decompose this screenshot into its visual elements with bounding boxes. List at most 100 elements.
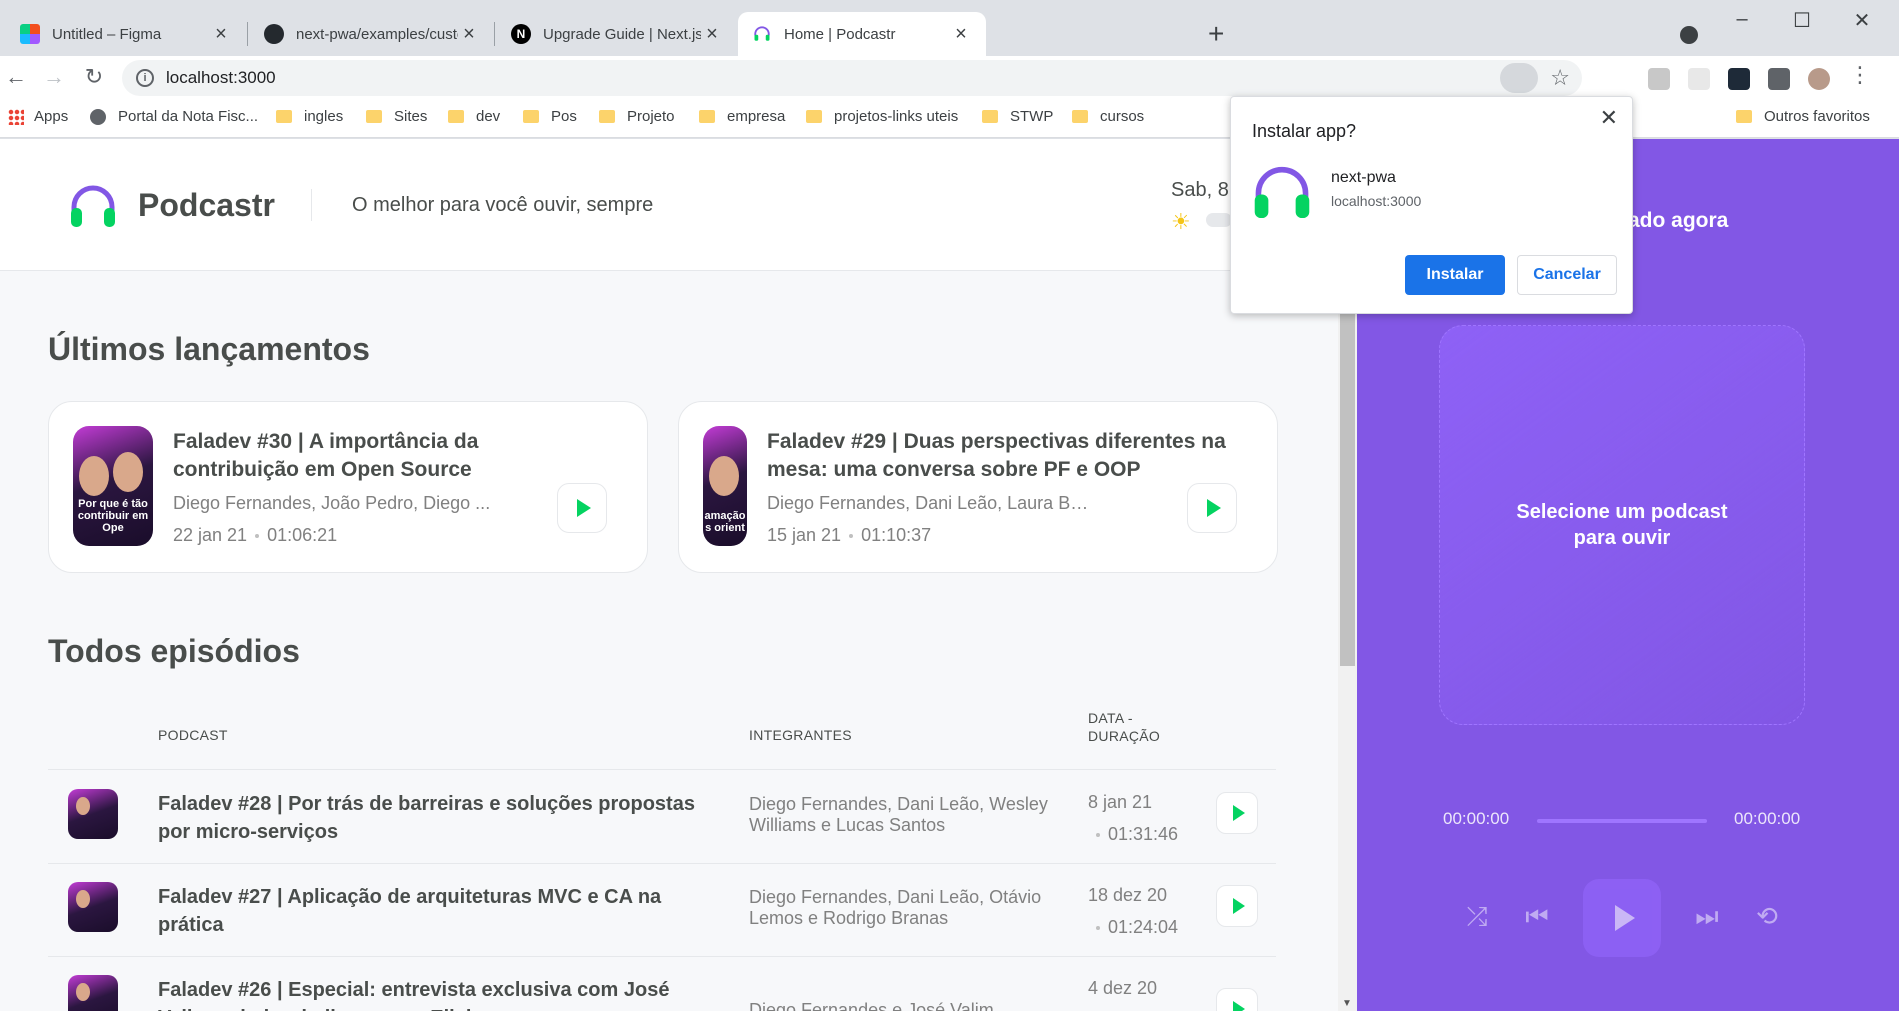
episode-title[interactable]: Faladev #27 | Aplicação de arquiteturas … <box>158 883 698 939</box>
bookmark-folder[interactable]: Projeto <box>599 108 675 125</box>
bookmark-folder[interactable]: Pos <box>523 108 577 125</box>
address-bar[interactable]: i localhost:3000 ☆ <box>122 60 1582 96</box>
new-tab-icon[interactable]: + <box>1208 18 1224 50</box>
tab-search-icon[interactable] <box>1680 26 1698 44</box>
bookmark-folder[interactable]: cursos <box>1072 108 1144 125</box>
play-button[interactable] <box>1583 879 1661 957</box>
play-button[interactable] <box>1216 885 1258 927</box>
app-name: Podcastr <box>138 187 275 223</box>
folder-icon <box>448 110 464 123</box>
menu-icon[interactable]: ⋮ <box>1846 62 1874 88</box>
repeat-icon[interactable]: ⟲ <box>1747 901 1787 932</box>
folder-icon <box>523 110 539 123</box>
episode-members: Diego Fernandes, João Pedro, Diego ... <box>173 493 491 513</box>
episode-title[interactable]: Faladev #30 | A importância da contribui… <box>173 428 533 484</box>
folder-icon <box>982 110 998 123</box>
extension-icon[interactable] <box>1648 68 1670 90</box>
play-icon <box>1233 898 1245 914</box>
bookmark-other[interactable]: Outros favoritos <box>1736 108 1870 125</box>
episode-meta: 15 jan 21 01:10:37 <box>767 525 931 546</box>
scrollbar-thumb[interactable] <box>1340 271 1355 666</box>
close-icon[interactable]: × <box>701 23 723 46</box>
bookmark-portal[interactable]: Portal da Nota Fisc... <box>90 108 258 125</box>
sun-icon: ☀ <box>1171 209 1191 234</box>
tab-title: Home | Podcastr <box>784 25 896 43</box>
episode-thumbnail <box>68 789 118 839</box>
bookmark-folder[interactable]: projetos-links uteis <box>806 108 958 125</box>
headphones-icon <box>71 185 115 227</box>
bookmark-folder[interactable]: dev <box>448 108 500 125</box>
bookmark-folder[interactable]: STWP <box>982 108 1053 125</box>
cancel-button[interactable]: Cancelar <box>1517 255 1617 295</box>
close-icon[interactable]: × <box>950 23 972 46</box>
bookmark-folder[interactable]: empresa <box>699 108 785 125</box>
forward-icon[interactable]: → <box>40 64 68 90</box>
play-button[interactable] <box>1216 988 1258 1011</box>
close-icon[interactable]: ✕ <box>1600 105 1618 131</box>
shuffle-icon[interactable]: ⤮ <box>1457 901 1497 933</box>
install-button[interactable]: Instalar <box>1405 255 1505 295</box>
bookmark-folder[interactable]: Sites <box>366 108 427 125</box>
install-app-icon[interactable] <box>1500 63 1538 93</box>
scroll-down-icon[interactable]: ▼ <box>1342 998 1352 1009</box>
episode-card: Por que é tão contribuir em Ope Faladev … <box>48 401 648 573</box>
close-window-icon[interactable]: ✕ <box>1832 8 1892 33</box>
theme-toggle[interactable] <box>1206 213 1232 227</box>
tab-strip: Untitled – Figma × next-pwa/examples/cus… <box>0 0 1899 56</box>
episode-date: 15 jan 21 <box>767 525 842 545</box>
episode-duration-wrap: 01:31:46 <box>1088 824 1178 845</box>
table-row: Faladev #27 | Aplicação de arquiteturas … <box>48 863 1276 956</box>
episode-date: 8 jan 21 <box>1088 792 1153 812</box>
minimize-icon[interactable]: – <box>1712 8 1772 31</box>
bookmark-label: dev <box>476 108 501 125</box>
bookmark-label: Sites <box>394 108 428 125</box>
play-button[interactable] <box>557 483 607 533</box>
avatar[interactable] <box>1808 68 1830 90</box>
previous-icon[interactable]: ⏮ <box>1517 901 1557 933</box>
episode-title[interactable]: Faladev #26 | Especial: entrevista exclu… <box>158 976 698 1011</box>
reload-icon[interactable]: ↻ <box>80 64 108 90</box>
play-icon <box>1233 1001 1245 1011</box>
bookmark-star-icon[interactable]: ☆ <box>1550 65 1570 91</box>
react-devtools-icon[interactable] <box>1728 68 1750 90</box>
browser-toolbar: ← → ↻ i localhost:3000 ☆ ⋮ <box>0 56 1899 100</box>
tab-nextjs[interactable]: N Upgrade Guide | Next.js × <box>497 12 737 56</box>
extensions-puzzle-icon[interactable] <box>1768 68 1790 90</box>
tab-podcastr[interactable]: Home | Podcastr × <box>738 12 986 56</box>
episode-members: Diego Fernandes, Dani Leão, Laura Beat..… <box>767 493 1097 513</box>
bookmark-label: Projeto <box>627 108 675 125</box>
maximize-icon[interactable]: ☐ <box>1772 8 1832 33</box>
tab-divider <box>247 22 248 46</box>
tab-title: next-pwa/examples/custom-ts-w <box>296 25 458 43</box>
bookmark-label: cursos <box>1100 108 1145 125</box>
bookmark-label: projetos-links uteis <box>834 108 959 125</box>
folder-icon <box>599 110 615 123</box>
extension-icon[interactable] <box>1688 68 1710 90</box>
back-icon[interactable]: ← <box>2 64 30 90</box>
column-header-podcast: Podcast <box>158 727 228 743</box>
scrollbar[interactable]: ▼ <box>1338 271 1357 1011</box>
tab-github[interactable]: next-pwa/examples/custom-ts-w × <box>250 12 494 56</box>
play-button[interactable] <box>1187 483 1237 533</box>
play-button[interactable] <box>1216 792 1258 834</box>
empty-player: Selecione um podcast para ouvir <box>1439 325 1805 725</box>
table-row: Faladev #26 | Especial: entrevista exclu… <box>48 956 1276 1011</box>
episode-date: 18 dez 20 <box>1088 885 1168 905</box>
progress-slider[interactable] <box>1537 819 1707 823</box>
globe-icon <box>90 108 106 125</box>
episode-thumbnail <box>68 975 118 1011</box>
headphones-icon <box>1254 166 1310 219</box>
episode-date: 22 jan 21 <box>173 525 248 545</box>
episode-title[interactable]: Faladev #29 | Duas perspectivas diferent… <box>767 428 1247 484</box>
folder-icon <box>1736 110 1752 123</box>
bookmark-apps[interactable]: Apps <box>8 108 68 125</box>
close-icon[interactable]: × <box>210 23 232 46</box>
separator-dot <box>849 534 854 539</box>
close-icon[interactable]: × <box>458 23 480 46</box>
tab-figma[interactable]: Untitled – Figma × <box>6 12 246 56</box>
site-info-icon[interactable]: i <box>136 69 154 87</box>
next-icon[interactable]: ⏭ <box>1687 901 1727 933</box>
dialog-app-name: next-pwa <box>1331 169 1396 186</box>
bookmark-folder[interactable]: ingles <box>276 108 343 125</box>
episode-title[interactable]: Faladev #28 | Por trás de barreiras e so… <box>158 790 698 846</box>
